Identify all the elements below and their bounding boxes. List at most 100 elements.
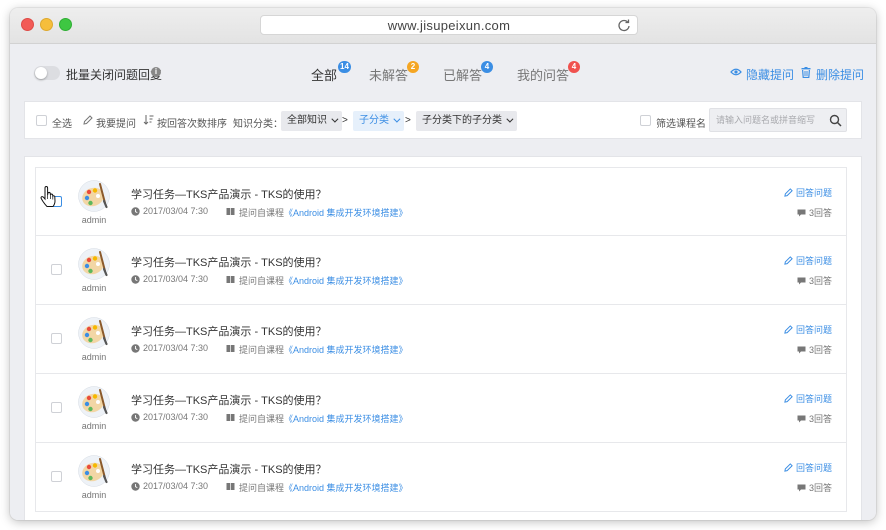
- category-select-value: 全部知识: [287, 115, 327, 126]
- book-icon: [226, 414, 235, 421]
- author-name: admin: [81, 421, 107, 431]
- trash-icon: [801, 67, 811, 78]
- filter-course-label[interactable]: 筛选课程名: [656, 115, 706, 130]
- delete-question-button[interactable]: 删除提问: [801, 66, 864, 83]
- avatar: [78, 386, 110, 418]
- answer-question-button[interactable]: 回答问题: [784, 461, 832, 474]
- address-bar[interactable]: www.jisupeixun.com: [260, 15, 638, 35]
- question-checkbox[interactable]: [51, 402, 62, 413]
- answer-count-text: 3回答: [808, 276, 832, 286]
- tab-unanswered[interactable]: 未解答 2: [369, 61, 419, 84]
- browser-titlebar: www.jisupeixun.com: [10, 8, 876, 44]
- answer-question-button[interactable]: 回答问题: [784, 392, 832, 405]
- question-toolbar: 批量关闭问题回复 i 全部 14 未解答 2 已解答 4 我的问答 4 隐藏提问…: [10, 44, 876, 92]
- subcategory-select[interactable]: 子分类: [353, 111, 404, 131]
- answer-question-button[interactable]: 回答问题: [784, 186, 832, 199]
- breadcrumb-arrow: >: [405, 115, 411, 126]
- answer-question-label: 回答问题: [795, 463, 832, 473]
- avatar: [78, 180, 110, 212]
- answer-question-label: 回答问题: [795, 394, 832, 404]
- batch-close-label: 批量关闭问题回复: [66, 68, 163, 82]
- question-date: 2017/03/04 7:30: [143, 343, 209, 353]
- answer-count-text: 3回答: [808, 414, 832, 424]
- tab-my-questions[interactable]: 我的问答 4: [517, 61, 580, 84]
- clock-icon: [131, 207, 140, 216]
- search-input[interactable]: [710, 109, 822, 131]
- sub-subcategory-select[interactable]: 子分类下的子分类: [416, 111, 517, 131]
- category-label: 知识分类：: [233, 119, 283, 130]
- question-row[interactable]: admin 学习任务—TKS产品演示 - TKS的使用？ 2017/03/04 7:…: [35, 305, 847, 374]
- question-row[interactable]: admin 学习任务—TKS产品演示 - TKS的使用？ 2017/03/04 7:…: [35, 374, 847, 443]
- select-all-label[interactable]: 全选: [52, 115, 72, 130]
- question-date: 2017/03/04 7:30: [143, 206, 209, 216]
- minimize-window-button[interactable]: [40, 18, 53, 31]
- comment-icon: [797, 277, 806, 285]
- maximize-window-button[interactable]: [59, 18, 72, 31]
- pencil-icon: [784, 463, 793, 472]
- answer-count-text: 3回答: [808, 483, 832, 493]
- breadcrumb-arrow: >: [342, 115, 348, 126]
- delete-question-label: 删除提问: [816, 68, 865, 82]
- source-prefix: 提问自课程: [239, 276, 285, 286]
- source-prefix: 提问自课程: [239, 208, 285, 218]
- question-list: admin 学习任务—TKS产品演示 - TKS的使用？ 2017/03/04 7:…: [35, 167, 847, 512]
- pencil-icon: [784, 188, 793, 197]
- toggle-knob: [35, 67, 47, 79]
- info-icon[interactable]: i: [151, 67, 161, 77]
- hide-question-label: 隐藏提问: [746, 68, 795, 82]
- filter-course-checkbox[interactable]: [640, 115, 651, 126]
- course-link[interactable]: 《Android 集成开发环境搭建》: [284, 343, 408, 356]
- batch-close-toggle[interactable]: [34, 66, 60, 80]
- ask-question-link[interactable]: 我要提问: [96, 115, 136, 130]
- question-row[interactable]: admin 学习任务—TKS产品演示 - TKS的使用？ 2017/03/04 7:…: [35, 236, 847, 305]
- question-checkbox[interactable]: [51, 333, 62, 344]
- avatar: [78, 317, 110, 349]
- author-name: admin: [81, 283, 107, 293]
- browser-window: www.jisupeixun.com 批量关闭问题回复 i 全部 14 未解答 …: [10, 8, 876, 520]
- clock-icon: [131, 344, 140, 353]
- tab-answered[interactable]: 已解答 4: [443, 61, 493, 84]
- search-box: [709, 108, 847, 132]
- tab-answered-label: 已解答: [443, 68, 483, 83]
- course-link[interactable]: 《Android 集成开发环境搭建》: [284, 274, 408, 287]
- book-icon: [226, 276, 235, 283]
- tab-all[interactable]: 全部 14: [311, 61, 351, 84]
- close-window-button[interactable]: [21, 18, 34, 31]
- question-title[interactable]: 学习任务—TKS产品演示 - TKS的使用？: [131, 186, 327, 202]
- question-title[interactable]: 学习任务—TKS产品演示 - TKS的使用？: [131, 392, 327, 408]
- question-checkbox[interactable]: [51, 264, 62, 275]
- question-date: 2017/03/04 7:30: [143, 481, 209, 491]
- pencil-icon: [784, 394, 793, 403]
- answer-question-button[interactable]: 回答问题: [784, 323, 832, 336]
- question-row[interactable]: admin 学习任务—TKS产品演示 - TKS的使用？ 2017/03/04 7:…: [35, 167, 847, 236]
- sort-icon: [143, 115, 154, 125]
- answer-question-label: 回答问题: [795, 188, 832, 198]
- answer-question-button[interactable]: 回答问题: [784, 254, 832, 267]
- subcategory-select-value: 子分类: [359, 115, 389, 126]
- question-checkbox[interactable]: [51, 471, 62, 482]
- author-name: admin: [81, 490, 107, 500]
- answer-question-label: 回答问题: [795, 325, 832, 335]
- page-content: 批量关闭问题回复 i 全部 14 未解答 2 已解答 4 我的问答 4 隐藏提问…: [10, 44, 876, 520]
- reload-icon[interactable]: [617, 18, 631, 32]
- comment-icon: [797, 484, 806, 492]
- question-row[interactable]: admin 学习任务—TKS产品演示 - TKS的使用？ 2017/03/04 7:…: [35, 443, 847, 512]
- question-title[interactable]: 学习任务—TKS产品演示 - TKS的使用？: [131, 461, 327, 477]
- pencil-icon: [83, 115, 93, 125]
- comment-icon: [797, 346, 806, 354]
- select-all-checkbox[interactable]: [36, 115, 47, 126]
- course-link[interactable]: 《Android 集成开发环境搭建》: [284, 412, 408, 425]
- hide-question-button[interactable]: 隐藏提问: [730, 66, 794, 83]
- clock-icon: [131, 413, 140, 422]
- author-name: admin: [81, 215, 107, 225]
- question-title[interactable]: 学习任务—TKS产品演示 - TKS的使用？: [131, 323, 327, 339]
- sort-by-answers-button[interactable]: 按回答次数排序: [157, 115, 227, 130]
- source-prefix: 提问自课程: [239, 483, 285, 493]
- source-prefix: 提问自课程: [239, 345, 285, 355]
- question-title[interactable]: 学习任务—TKS产品演示 - TKS的使用？: [131, 254, 327, 270]
- category-select[interactable]: 全部知识: [281, 111, 342, 131]
- answer-count-text: 3回答: [808, 208, 832, 218]
- search-icon[interactable]: [829, 114, 842, 127]
- course-link[interactable]: 《Android 集成开发环境搭建》: [284, 206, 408, 219]
- course-link[interactable]: 《Android 集成开发环境搭建》: [284, 481, 408, 494]
